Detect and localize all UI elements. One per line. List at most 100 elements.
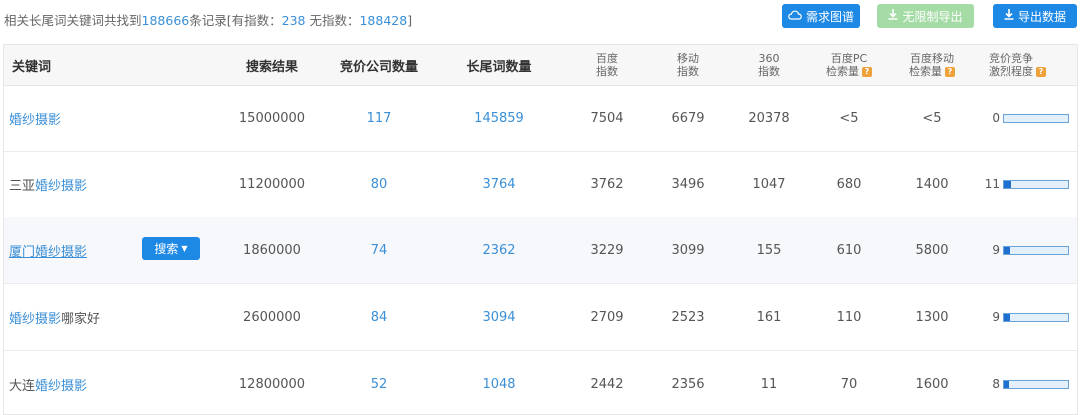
header-search-results: 搜索结果 (245, 59, 298, 75)
keyword-cell: 三亚 婚纱摄影 (4, 151, 224, 217)
mobile-volume-cell: 5800 (915, 242, 949, 258)
keyword-link[interactable]: 婚纱摄影 (35, 375, 87, 394)
header-competition-l1: 竞价竞争 (989, 52, 1033, 65)
competition-bar (1003, 312, 1069, 322)
competition-value: 8 (992, 377, 1000, 391)
longtail-count-link[interactable]: 3094 (449, 284, 549, 350)
baidu-index-cell: 3229 (590, 242, 624, 258)
unlimited-export-label: 无限制导出 (902, 9, 963, 24)
index-360-cell: 11 (760, 376, 778, 392)
header-360-index-l2: 指数 (758, 65, 780, 78)
index-360-cell: 161 (756, 309, 782, 325)
bid-companies-link[interactable]: 52 (324, 351, 434, 414)
longtail-count-link[interactable]: 2362 (449, 217, 549, 283)
longtail-count-link[interactable]: 1048 (449, 351, 549, 414)
table-row: 婚纱摄影 哪家好 2600000 84 3094 2709 2523 161 110 1300 9 (4, 284, 1077, 351)
table-row: 大连 婚纱摄影 12800000 52 1048 2442 2356 11 70 1600 8 (4, 351, 1077, 414)
search-dropdown-button[interactable]: 搜索 ▼ (142, 237, 200, 260)
competition-value: 11 (984, 177, 1000, 191)
header-mobile-volume-l2: 检索量 (909, 65, 942, 78)
bid-companies-link[interactable]: 80 (324, 151, 434, 217)
summary-prefix: 相关长尾词关键词共找到 (4, 13, 142, 28)
keyword-link[interactable]: 婚纱摄影 (9, 308, 61, 327)
demand-map-button[interactable]: 需求图谱 (782, 4, 860, 28)
search-results-cell: 1860000 (243, 242, 301, 258)
header-bid-companies: 竞价公司数量 (339, 59, 418, 75)
longtail-count-link[interactable]: 145859 (449, 85, 549, 151)
keyword-link[interactable]: 婚纱摄影 (9, 109, 61, 128)
keyword-cell: 婚纱摄影 (4, 85, 224, 151)
help-icon[interactable]: ? (1036, 67, 1046, 77)
unlimited-export-button[interactable]: 无限制导出 (877, 4, 974, 28)
help-icon[interactable]: ? (945, 67, 955, 77)
competition-cell: 11 (982, 151, 1072, 217)
header-competition-l2: 激烈程度 (989, 65, 1033, 78)
summary-no-index-label: 无指数： (305, 13, 360, 28)
pc-volume-cell: 70 (840, 376, 858, 392)
summary-with-index: 238 (281, 13, 306, 28)
header-mobile-volume: 百度移动 检索量? (897, 45, 967, 85)
keyword-link[interactable]: 厦门婚纱摄影 (9, 241, 87, 260)
pc-volume-cell: 680 (836, 176, 862, 192)
summary-total: 188666 (141, 13, 190, 28)
header-longtail-count: 长尾词数量 (466, 59, 532, 75)
pc-volume-cell: 610 (836, 242, 862, 258)
download-icon (1004, 9, 1014, 23)
cloud-icon (788, 10, 802, 23)
baidu-index-cell: 2442 (590, 376, 624, 392)
header-mobile-index: 移动 指数 (663, 45, 713, 85)
bid-companies-link[interactable]: 74 (324, 217, 434, 283)
index-360-cell: 20378 (748, 110, 790, 126)
keyword-cell: 婚纱摄影 哪家好 (4, 284, 224, 350)
search-results-cell: 11200000 (238, 176, 306, 192)
header-mobile-index-l2: 指数 (677, 65, 699, 78)
summary-mid: 条记录[有指数： (189, 13, 282, 28)
keyword-suffix: 哪家好 (61, 311, 101, 327)
header-baidu-index-l1: 百度 (596, 52, 618, 65)
table-row: 三亚 婚纱摄影 11200000 80 3764 3762 3496 1047 680 1400 1… (4, 151, 1077, 218)
header-baidu-index-l2: 指数 (596, 65, 618, 78)
header-mobile-index-l1: 移动 (677, 52, 699, 65)
pc-volume-cell: 110 (836, 309, 862, 325)
summary-no-index: 188428 (359, 13, 408, 28)
table-row: 婚纱摄影 15000000 117 145859 7504 6679 20378 <5 <5 0 (4, 85, 1077, 152)
competition-bar-fill (1004, 180, 1012, 188)
header-pc-volume-l2: 检索量 (826, 65, 859, 78)
index-360-cell: 1047 (752, 176, 786, 192)
competition-bar (1003, 379, 1069, 389)
competition-bar (1003, 245, 1069, 255)
mobile-volume-cell: 1300 (915, 309, 949, 325)
demand-map-label: 需求图谱 (805, 9, 854, 24)
caret-down-icon: ▼ (181, 244, 188, 253)
table-header: 关键词 搜索结果 竞价公司数量 长尾词数量 百度 指数 移动 指数 360 指数 百度… (4, 45, 1077, 86)
longtail-count-link[interactable]: 3764 (449, 151, 549, 217)
header-360-index-l1: 360 (758, 52, 780, 65)
competition-bar-fill (1004, 313, 1010, 321)
header-mobile-volume-l1: 百度移动 (910, 52, 954, 65)
bid-companies-link[interactable]: 117 (324, 85, 434, 151)
baidu-index-cell: 7504 (590, 110, 624, 126)
table-row: 厦门婚纱摄影 搜索 ▼ 1860000 74 2362 3229 3099 155 610 5800… (4, 217, 1077, 284)
header-baidu-index: 百度 指数 (582, 45, 632, 85)
header-keyword: 关键词 (12, 59, 52, 75)
competition-bar (1003, 179, 1069, 189)
keyword-link[interactable]: 婚纱摄影 (35, 175, 87, 194)
mobile-volume-cell: 1600 (915, 376, 949, 392)
header-360-index: 360 指数 (744, 45, 794, 85)
search-results-cell: 12800000 (238, 376, 306, 392)
export-data-button[interactable]: 导出数据 (993, 4, 1077, 28)
mobile-volume-cell: <5 (922, 110, 942, 126)
index-360-cell: 155 (756, 242, 782, 258)
bid-companies-link[interactable]: 84 (324, 284, 434, 350)
mobile-index-cell: 2356 (671, 376, 705, 392)
mobile-index-cell: 3099 (671, 242, 705, 258)
keyword-table: 关键词 搜索结果 竞价公司数量 长尾词数量 百度 指数 移动 指数 360 指数 百度… (3, 44, 1078, 415)
competition-cell: 8 (982, 351, 1072, 414)
competition-bar-fill (1004, 380, 1010, 388)
result-summary: 相关长尾词关键词共找到188666条记录[有指数：238 无指数：188428] (4, 10, 412, 29)
header-pc-volume: 百度PC 检索量? (816, 45, 882, 85)
competition-value: 0 (992, 111, 1000, 125)
competition-cell: 0 (982, 85, 1072, 151)
competition-cell: 9 (982, 284, 1072, 350)
help-icon[interactable]: ? (862, 67, 872, 77)
